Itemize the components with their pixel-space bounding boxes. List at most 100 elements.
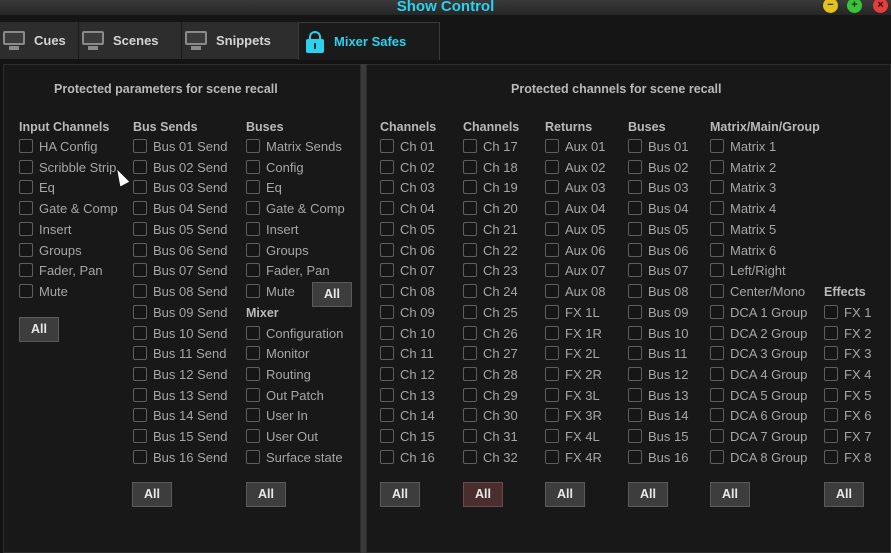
buses-params-item[interactable]: Config: [246, 158, 304, 176]
buses-item[interactable]: Bus 03: [628, 178, 688, 196]
channels-17-32-item[interactable]: Ch 28: [463, 365, 518, 383]
checkbox[interactable]: [710, 284, 724, 298]
checkbox[interactable]: [133, 388, 147, 402]
checkbox[interactable]: [380, 429, 394, 443]
checkbox[interactable]: [133, 263, 147, 277]
checkbox[interactable]: [628, 388, 642, 402]
mixer-all-button[interactable]: All: [246, 482, 286, 507]
channels-17-32-item[interactable]: Ch 23: [463, 261, 518, 279]
buses-item[interactable]: Bus 12: [628, 365, 688, 383]
channels-1-16-item[interactable]: Ch 01: [380, 137, 435, 155]
checkbox[interactable]: [824, 326, 838, 340]
input-channels-item[interactable]: HA Config: [19, 137, 98, 155]
checkbox[interactable]: [133, 326, 147, 340]
channels-1-16-item[interactable]: Ch 16: [380, 448, 435, 466]
bus-sends-item[interactable]: Bus 12 Send: [133, 365, 227, 383]
effects-item[interactable]: FX 4: [824, 365, 871, 383]
returns-item[interactable]: Aux 02: [545, 158, 605, 176]
checkbox[interactable]: [824, 429, 838, 443]
bus-sends-item[interactable]: Bus 05 Send: [133, 220, 227, 238]
checkbox[interactable]: [463, 408, 477, 422]
checkbox[interactable]: [19, 180, 33, 194]
checkbox[interactable]: [628, 201, 642, 215]
bus-sends-item[interactable]: Bus 11 Send: [133, 344, 226, 362]
checkbox[interactable]: [380, 160, 394, 174]
bus-sends-item[interactable]: Bus 13 Send: [133, 386, 227, 404]
checkbox[interactable]: [545, 284, 559, 298]
checkbox[interactable]: [710, 346, 724, 360]
checkbox[interactable]: [545, 305, 559, 319]
checkbox[interactable]: [19, 284, 33, 298]
matrix-main-group-item[interactable]: DCA 6 Group: [710, 406, 807, 424]
checkbox[interactable]: [463, 160, 477, 174]
minimize-button[interactable]: −: [823, 0, 838, 13]
checkbox[interactable]: [824, 367, 838, 381]
buses-item[interactable]: Bus 13: [628, 386, 688, 404]
checkbox[interactable]: [133, 160, 147, 174]
channels-17-32-item[interactable]: Ch 18: [463, 158, 518, 176]
channels-1-16-item[interactable]: Ch 04: [380, 199, 435, 217]
bus-sends-all-button[interactable]: All: [132, 482, 172, 507]
matrix-main-group-item[interactable]: Matrix 4: [710, 199, 776, 217]
buses-params-item[interactable]: Gate & Comp: [246, 199, 345, 217]
channels-1-16-item[interactable]: Ch 15: [380, 427, 435, 445]
checkbox[interactable]: [545, 222, 559, 236]
checkbox[interactable]: [710, 450, 724, 464]
checkbox[interactable]: [463, 139, 477, 153]
checkbox[interactable]: [133, 305, 147, 319]
channels-1-16-item[interactable]: Ch 12: [380, 365, 435, 383]
mixer-item[interactable]: User In: [246, 406, 308, 424]
returns-item[interactable]: FX 3R: [545, 406, 602, 424]
checkbox[interactable]: [19, 243, 33, 257]
input-channels-item[interactable]: Insert: [19, 220, 72, 238]
buses-item[interactable]: Bus 01: [628, 137, 688, 155]
checkbox[interactable]: [463, 284, 477, 298]
checkbox[interactable]: [710, 180, 724, 194]
checkbox[interactable]: [246, 243, 260, 257]
effects-item[interactable]: FX 6: [824, 406, 871, 424]
channels-17-32-item[interactable]: Ch 17: [463, 137, 518, 155]
checkbox[interactable]: [824, 388, 838, 402]
mixer-item[interactable]: Monitor: [246, 344, 309, 362]
checkbox[interactable]: [628, 243, 642, 257]
bus-sends-item[interactable]: Bus 15 Send: [133, 427, 227, 445]
channels-17-32-item[interactable]: Ch 21: [463, 220, 518, 238]
checkbox[interactable]: [380, 180, 394, 194]
checkbox[interactable]: [380, 346, 394, 360]
checkbox[interactable]: [628, 305, 642, 319]
checkbox[interactable]: [824, 346, 838, 360]
checkbox[interactable]: [133, 180, 147, 194]
checkbox[interactable]: [710, 139, 724, 153]
checkbox[interactable]: [463, 326, 477, 340]
matrix-main-group-item[interactable]: DCA 7 Group: [710, 427, 807, 445]
input-channels-item[interactable]: Groups: [19, 241, 82, 259]
matrix-main-group-item[interactable]: Matrix 1: [710, 137, 776, 155]
effects-item[interactable]: FX 1: [824, 303, 871, 321]
checkbox[interactable]: [545, 326, 559, 340]
returns-item[interactable]: Aux 04: [545, 199, 605, 217]
channels-17-32-item[interactable]: Ch 19: [463, 178, 518, 196]
checkbox[interactable]: [19, 160, 33, 174]
input-channels-item[interactable]: Fader, Pan: [19, 261, 103, 279]
checkbox[interactable]: [628, 263, 642, 277]
checkbox[interactable]: [463, 305, 477, 319]
checkbox[interactable]: [545, 139, 559, 153]
checkbox[interactable]: [710, 429, 724, 443]
channels-17-32-item[interactable]: Ch 24: [463, 282, 518, 300]
matrix-main-group-item[interactable]: Matrix 5: [710, 220, 776, 238]
returns-item[interactable]: FX 2R: [545, 365, 602, 383]
bus-sends-item[interactable]: Bus 01 Send: [133, 137, 227, 155]
channels-17-32-item[interactable]: Ch 32: [463, 448, 518, 466]
checkbox[interactable]: [628, 346, 642, 360]
buses-params-item[interactable]: Groups: [246, 241, 309, 259]
channels-1-16-item[interactable]: Ch 02: [380, 158, 435, 176]
buses-params-item[interactable]: Fader, Pan: [246, 261, 330, 279]
mixer-item[interactable]: User Out: [246, 427, 318, 445]
checkbox[interactable]: [463, 222, 477, 236]
checkbox[interactable]: [628, 450, 642, 464]
buses-item[interactable]: Bus 10: [628, 324, 688, 342]
input-channels-item[interactable]: Gate & Comp: [19, 199, 118, 217]
matrix-main-group-item[interactable]: Center/Mono: [710, 282, 805, 300]
matrix-main-group-item[interactable]: DCA 8 Group: [710, 448, 807, 466]
returns-all-button[interactable]: All: [545, 482, 585, 507]
